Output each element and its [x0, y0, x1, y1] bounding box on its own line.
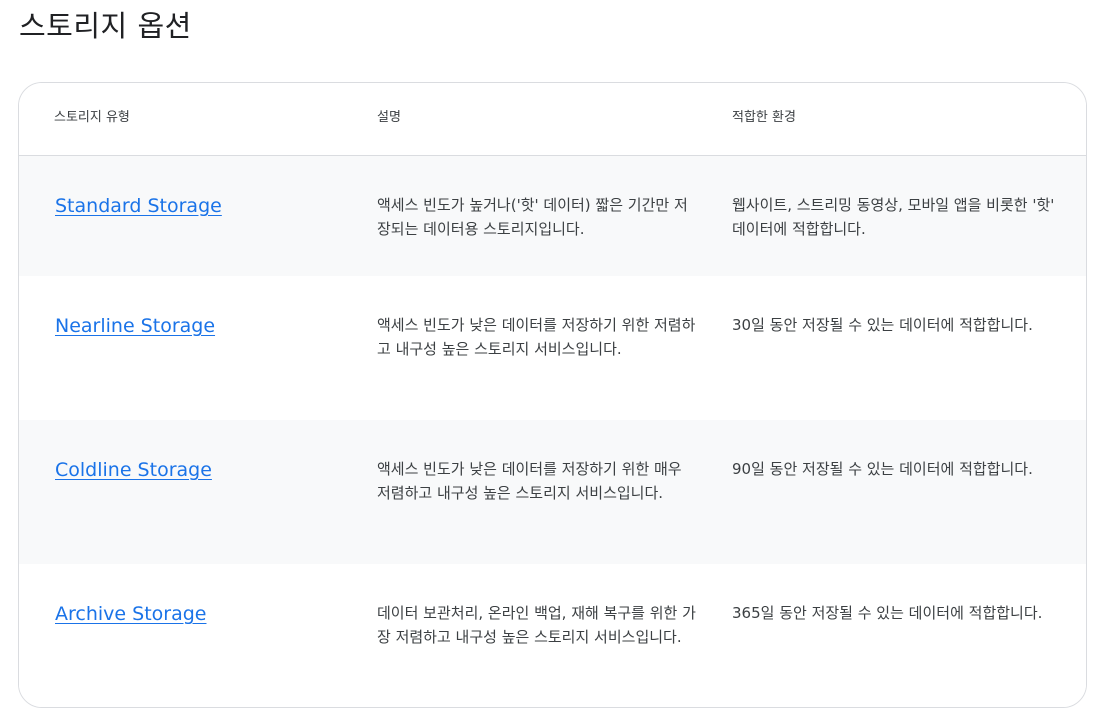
row-description: 액세스 빈도가 낮은 데이터를 저장하기 위한 매우 저렴하고 내구성 높은 스…	[377, 460, 682, 502]
nearline-storage-link[interactable]: Nearline Storage	[55, 313, 215, 339]
row-description: 데이터 보관처리, 온라인 백업, 재해 복구를 위한 가장 저렴하고 내구성 …	[377, 604, 696, 646]
standard-storage-link[interactable]: Standard Storage	[55, 193, 222, 219]
storage-options-table: 스토리지 유형 설명 적합한 환경 Standard Storage 액세스 빈…	[18, 82, 1087, 708]
row-description: 액세스 빈도가 높거나('핫' 데이터) 짧은 기간만 저장되는 데이터용 스토…	[377, 196, 688, 238]
coldline-storage-link[interactable]: Coldline Storage	[55, 457, 212, 483]
table-header-row: 스토리지 유형 설명 적합한 환경	[19, 83, 1086, 156]
row-suitable-for: 365일 동안 저장될 수 있는 데이터에 적합합니다.	[732, 604, 1043, 622]
header-storage-type: 스토리지 유형	[54, 110, 130, 125]
row-suitable-for: 90일 동안 저장될 수 있는 데이터에 적합합니다.	[732, 460, 1033, 478]
row-suitable-for: 30일 동안 저장될 수 있는 데이터에 적합합니다.	[732, 316, 1033, 334]
header-suitable-for: 적합한 환경	[732, 110, 796, 125]
table-row-archive: Archive Storage 데이터 보관처리, 온라인 백업, 재해 복구를…	[19, 564, 1086, 707]
row-description: 액세스 빈도가 낮은 데이터를 저장하기 위한 저렴하고 내구성 높은 스토리지…	[377, 316, 696, 358]
table-row-coldline: Coldline Storage 액세스 빈도가 낮은 데이터를 저장하기 위한…	[19, 420, 1086, 564]
header-description: 설명	[377, 110, 401, 125]
table-row-nearline: Nearline Storage 액세스 빈도가 낮은 데이터를 저장하기 위한…	[19, 276, 1086, 420]
row-suitable-for: 웹사이트, 스트리밍 동영상, 모바일 앱을 비롯한 '핫' 데이터에 적합합니…	[732, 196, 1055, 238]
page-title: 스토리지 옵션	[19, 9, 192, 43]
archive-storage-link[interactable]: Archive Storage	[55, 601, 206, 627]
table-row-standard: Standard Storage 액세스 빈도가 높거나('핫' 데이터) 짧은…	[19, 156, 1086, 276]
